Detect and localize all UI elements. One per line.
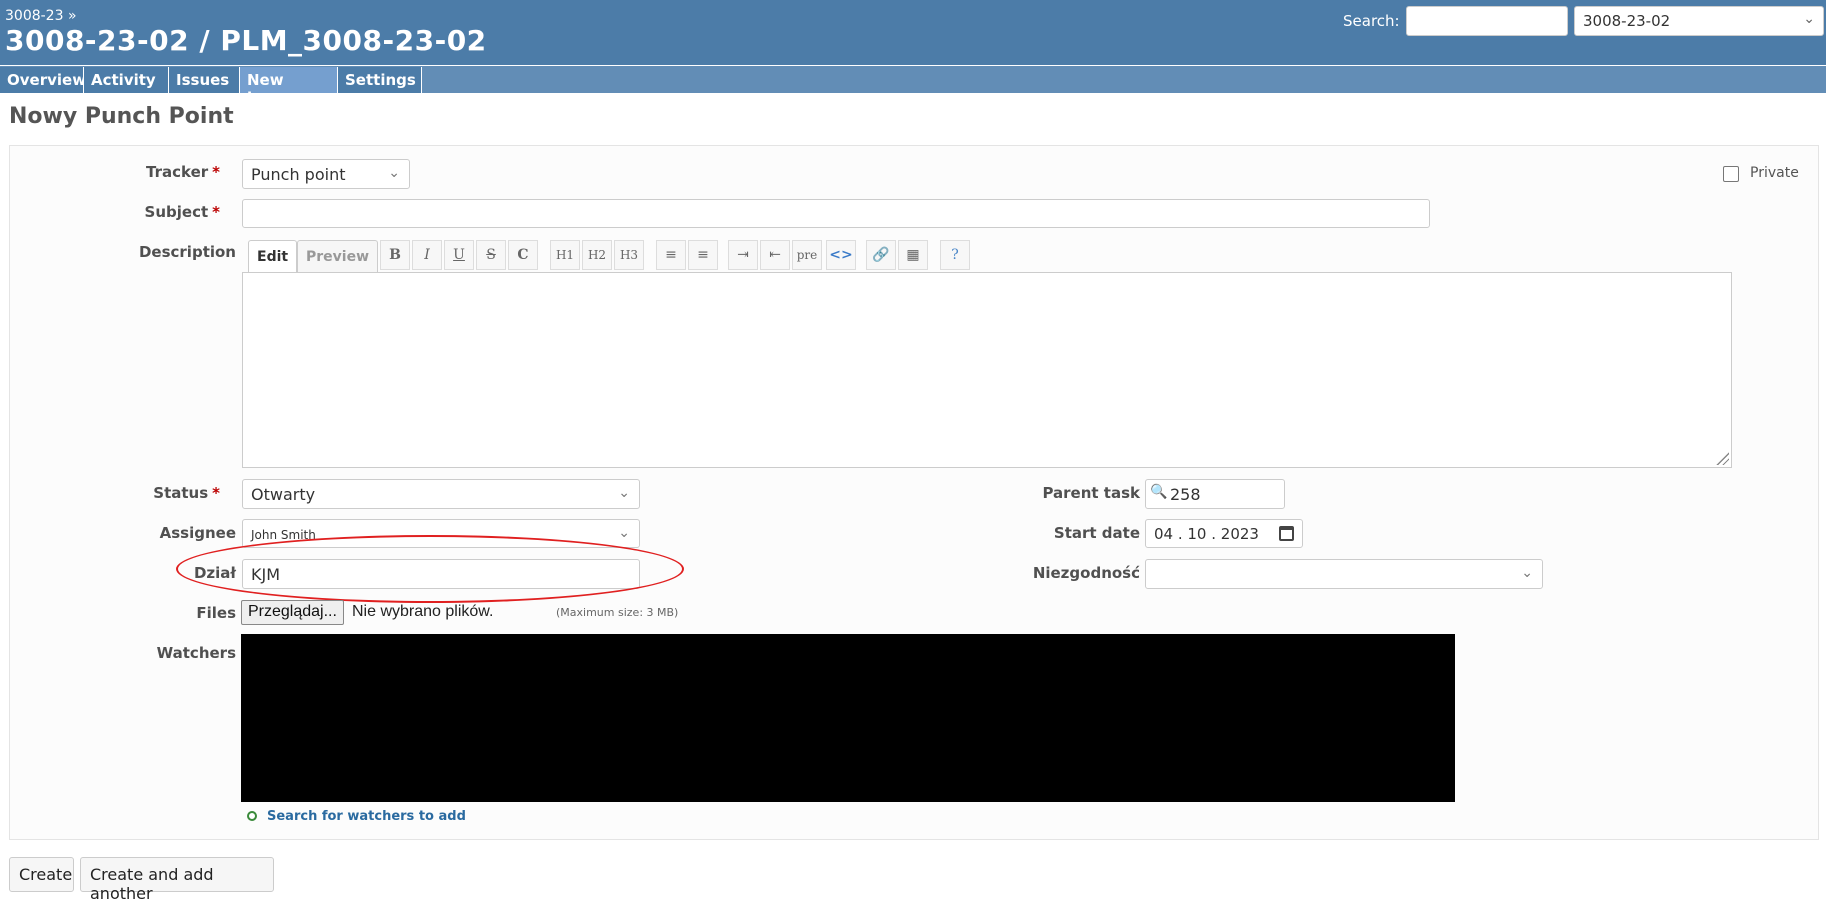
top-header: 3008-23 » 3008-23-02 / PLM_3008-23-02 Se… bbox=[0, 0, 1826, 65]
browse-files-button[interactable]: Przeglądaj... bbox=[241, 600, 344, 625]
calendar-icon[interactable] bbox=[1279, 526, 1294, 541]
parent-task-label: Parent task bbox=[1042, 484, 1140, 502]
image-icon[interactable]: ▦ bbox=[898, 240, 928, 270]
resize-grip-icon[interactable] bbox=[1715, 451, 1729, 465]
private-label: Private bbox=[1750, 165, 1799, 181]
annotation-oval bbox=[176, 535, 684, 603]
status-label: Status * bbox=[153, 484, 220, 502]
underline-button[interactable]: U bbox=[444, 240, 474, 270]
required-marker: * bbox=[212, 203, 220, 221]
required-marker: * bbox=[212, 163, 220, 181]
subject-label: Subject * bbox=[144, 203, 220, 221]
status-select[interactable]: Otwarty ⌄ bbox=[242, 479, 640, 509]
project-select-value: 3008-23-02 bbox=[1583, 12, 1671, 30]
tab-edit[interactable]: Edit bbox=[248, 240, 298, 273]
chevron-down-icon: ⌄ bbox=[388, 165, 400, 181]
tracker-label: Tracker * bbox=[146, 163, 220, 181]
assignee-label: Assignee bbox=[159, 524, 236, 542]
breadcrumb[interactable]: 3008-23 » bbox=[5, 8, 77, 24]
tab-activity[interactable]: Activity bbox=[84, 67, 169, 93]
start-date-label: Start date bbox=[1053, 524, 1140, 542]
chevron-down-icon: ⌄ bbox=[1521, 565, 1533, 581]
heading3-button[interactable]: H3 bbox=[614, 240, 644, 270]
add-watcher-icon[interactable] bbox=[247, 811, 257, 821]
link-icon[interactable]: 🔗 bbox=[866, 240, 896, 270]
tab-issues[interactable]: Issues bbox=[169, 67, 240, 93]
code-button[interactable]: C bbox=[508, 240, 538, 270]
parent-task-input[interactable]: 🔍 258 bbox=[1145, 479, 1285, 509]
chevron-down-icon: ⌄ bbox=[618, 525, 630, 541]
heading2-button[interactable]: H2 bbox=[582, 240, 612, 270]
code-block-icon[interactable]: <> bbox=[826, 240, 856, 270]
strikethrough-button[interactable]: S bbox=[476, 240, 506, 270]
create-button[interactable]: Create bbox=[9, 857, 74, 892]
create-and-add-another-button[interactable]: Create and add another bbox=[80, 857, 274, 903]
start-date-input[interactable]: 04 . 10 . 2023 bbox=[1145, 519, 1303, 548]
search-watchers-link[interactable]: Search for watchers to add bbox=[267, 809, 466, 824]
search-input[interactable] bbox=[1406, 6, 1568, 36]
main-menu: Overview Activity Issues New issue Setti… bbox=[0, 65, 1826, 107]
files-label: Files bbox=[196, 604, 236, 622]
tracker-select[interactable]: Punch point ⌄ bbox=[242, 159, 410, 189]
search-icon: 🔍 bbox=[1150, 484, 1168, 500]
outdent-icon[interactable]: ⇤ bbox=[760, 240, 790, 270]
page-title: Nowy Punch Point bbox=[9, 104, 234, 129]
subject-input[interactable] bbox=[242, 199, 1430, 228]
italic-button[interactable]: I bbox=[412, 240, 442, 270]
niezgodnosc-label: Niezgodność bbox=[1032, 564, 1140, 582]
description-textarea[interactable] bbox=[242, 272, 1732, 468]
tab-overview[interactable]: Overview bbox=[0, 67, 86, 93]
private-checkbox[interactable] bbox=[1723, 166, 1739, 182]
required-marker: * bbox=[212, 484, 220, 502]
indent-icon[interactable]: ⇥ bbox=[728, 240, 758, 270]
tab-settings[interactable]: Settings bbox=[338, 67, 422, 93]
tab-new-issue[interactable]: New issue bbox=[240, 67, 338, 107]
max-size-text: (Maximum size: 3 MB) bbox=[556, 606, 679, 619]
niezgodnosc-select[interactable]: ⌄ bbox=[1145, 559, 1543, 589]
heading1-button[interactable]: H1 bbox=[550, 240, 580, 270]
description-label: Description bbox=[138, 243, 236, 261]
project-title: 3008-23-02 / PLM_3008-23-02 bbox=[5, 24, 487, 57]
bold-button[interactable]: B bbox=[380, 240, 410, 270]
watchers-label: Watchers bbox=[156, 644, 236, 662]
chevron-down-icon: ⌄ bbox=[618, 485, 630, 501]
ordered-list-icon[interactable]: ≡ bbox=[688, 240, 718, 270]
chevron-down-icon: ⌄ bbox=[1803, 11, 1815, 27]
search-label: Search: bbox=[1343, 12, 1400, 30]
help-icon[interactable]: ? bbox=[940, 240, 970, 270]
tab-preview[interactable]: Preview bbox=[297, 240, 379, 272]
watchers-list-redacted bbox=[241, 634, 1455, 802]
files-status-text: Nie wybrano plików. bbox=[352, 603, 494, 620]
pre-button[interactable]: pre bbox=[792, 240, 822, 270]
project-jump-select[interactable]: 3008-23-02 ⌄ bbox=[1574, 6, 1824, 36]
unordered-list-icon[interactable]: ≡ bbox=[656, 240, 686, 270]
